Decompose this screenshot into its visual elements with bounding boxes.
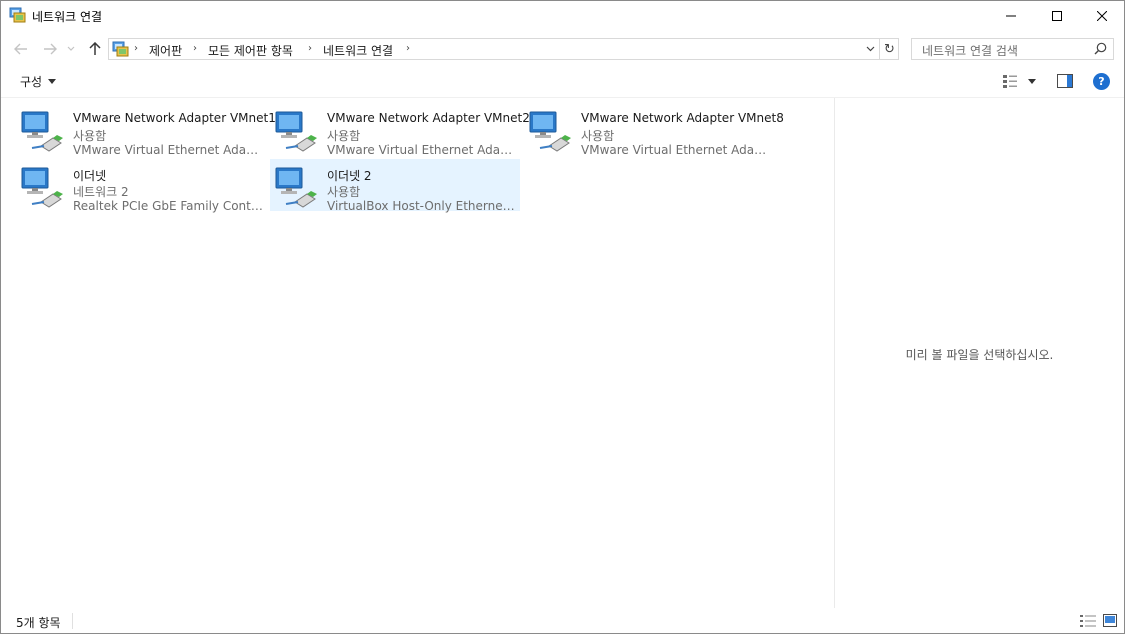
network-adapter-icon: [21, 111, 63, 152]
breadcrumb-separator-icon[interactable]: ›: [406, 43, 410, 54]
details-view-icon: [1080, 615, 1096, 627]
connection-item-vmnet8[interactable]: VMware Network Adapter VMnet8 사용함 VMware…: [524, 103, 784, 157]
control-panel-icon: [112, 41, 129, 58]
organize-menu-button[interactable]: 구성: [20, 73, 57, 90]
arrow-right-icon: [44, 43, 57, 55]
close-button[interactable]: [1079, 1, 1125, 31]
search-placeholder: 네트워크 연결 검색: [922, 44, 1018, 58]
minimize-icon: [1006, 15, 1016, 17]
address-history-dropdown[interactable]: [861, 39, 879, 59]
caret-down-icon: [48, 79, 57, 84]
details-view-button[interactable]: [1080, 614, 1096, 631]
status-divider: [72, 613, 73, 629]
connection-item-vmnet2[interactable]: VMware Network Adapter VMnet2 사용함 VMware…: [270, 103, 530, 157]
search-input[interactable]: 네트워크 연결 검색: [911, 38, 1114, 60]
connection-device: VMware Virtual Ethernet Adapter...: [327, 143, 517, 157]
close-icon: [1097, 11, 1107, 21]
connection-name: VMware Network Adapter VMnet2: [327, 111, 530, 125]
connection-device: VMware Virtual Ethernet Adapter...: [73, 143, 263, 157]
view-options-icon: [1003, 75, 1017, 88]
breadcrumb-control-panel[interactable]: 제어판: [149, 42, 182, 59]
change-view-button[interactable]: [1002, 73, 1036, 89]
command-bar: 구성 ?: [1, 67, 1124, 97]
minimize-button[interactable]: [988, 1, 1034, 31]
chevron-down-icon: [67, 46, 75, 51]
breadcrumb-separator-icon[interactable]: ›: [193, 43, 197, 54]
network-adapter-icon: [21, 167, 63, 208]
arrow-left-icon: [14, 43, 27, 55]
preview-pane-message: 미리 볼 파일을 선택하십시오.: [905, 348, 1054, 362]
organize-label: 구성: [20, 75, 43, 89]
connection-item-vmnet1[interactable]: VMware Network Adapter VMnet1 사용함 VMware…: [16, 103, 276, 157]
recent-locations-button[interactable]: [64, 38, 78, 60]
large-icons-view-button[interactable]: [1103, 614, 1117, 630]
preview-pane-icon: [1057, 74, 1073, 88]
address-bar[interactable]: › 제어판 › 모든 제어판 항목 › 네트워크 연결 › ↻: [108, 38, 899, 60]
search-icon[interactable]: [1094, 42, 1107, 58]
item-count: 5개 항목: [16, 616, 61, 630]
connections-list: VMware Network Adapter VMnet1 사용함 VMware…: [1, 98, 834, 608]
title-bar: 네트워크 연결: [1, 1, 1124, 31]
preview-pane-button[interactable]: [1057, 74, 1073, 91]
network-connections-app-icon: [9, 7, 26, 24]
refresh-icon: ↻: [884, 41, 895, 57]
large-icons-view-icon: [1103, 614, 1117, 627]
network-connections-window: 네트워크 연결 › 제어판 › 모든 제어판 항목 › 네트워크 연결 › ↻ …: [0, 0, 1125, 634]
connection-name: 이더넷 2: [327, 169, 372, 183]
connection-device: Realtek PCIe GbE Family Controller: [73, 199, 263, 213]
connection-device: VMware Virtual Ethernet Adapter...: [581, 143, 771, 157]
connection-status: 사용함: [73, 129, 107, 143]
connection-item-ethernet-2[interactable]: 이더넷 2 사용함 VirtualBox Host-Only Ethernet …: [270, 159, 520, 213]
window-title: 네트워크 연결: [32, 10, 103, 24]
help-icon: ?: [1098, 75, 1105, 88]
caret-down-icon: [1028, 78, 1036, 84]
maximize-icon: [1052, 11, 1062, 21]
breadcrumb-all-control-panel-items[interactable]: 모든 제어판 항목: [208, 42, 293, 59]
chevron-down-icon: [866, 46, 874, 52]
breadcrumb-separator-icon[interactable]: ›: [134, 43, 138, 54]
maximize-button[interactable]: [1034, 1, 1080, 31]
breadcrumb-separator-icon[interactable]: ›: [308, 43, 312, 54]
up-button[interactable]: [85, 38, 105, 60]
help-button[interactable]: ?: [1093, 73, 1110, 90]
breadcrumb-network-connections[interactable]: 네트워크 연결: [323, 42, 393, 59]
forward-button[interactable]: [40, 38, 60, 60]
network-adapter-icon: [275, 111, 317, 152]
connection-name: VMware Network Adapter VMnet1: [73, 111, 276, 125]
status-bar: 5개 항목: [1, 609, 1124, 633]
network-adapter-icon: [529, 111, 571, 152]
connection-status: 네트워크 2: [73, 185, 129, 199]
back-button[interactable]: [11, 38, 31, 60]
network-adapter-icon: [275, 167, 317, 208]
connection-name: 이더넷: [73, 169, 107, 183]
arrow-up-icon: [89, 42, 101, 55]
refresh-button[interactable]: ↻: [879, 39, 899, 59]
connection-name: VMware Network Adapter VMnet8: [581, 111, 784, 125]
connection-item-ethernet[interactable]: 이더넷 네트워크 2 Realtek PCIe GbE Family Contr…: [16, 159, 266, 213]
connection-status: 사용함: [327, 185, 361, 199]
connection-device: VirtualBox Host-Only Ethernet A...: [327, 199, 517, 213]
connection-status: 사용함: [327, 129, 361, 143]
connection-status: 사용함: [581, 129, 615, 143]
